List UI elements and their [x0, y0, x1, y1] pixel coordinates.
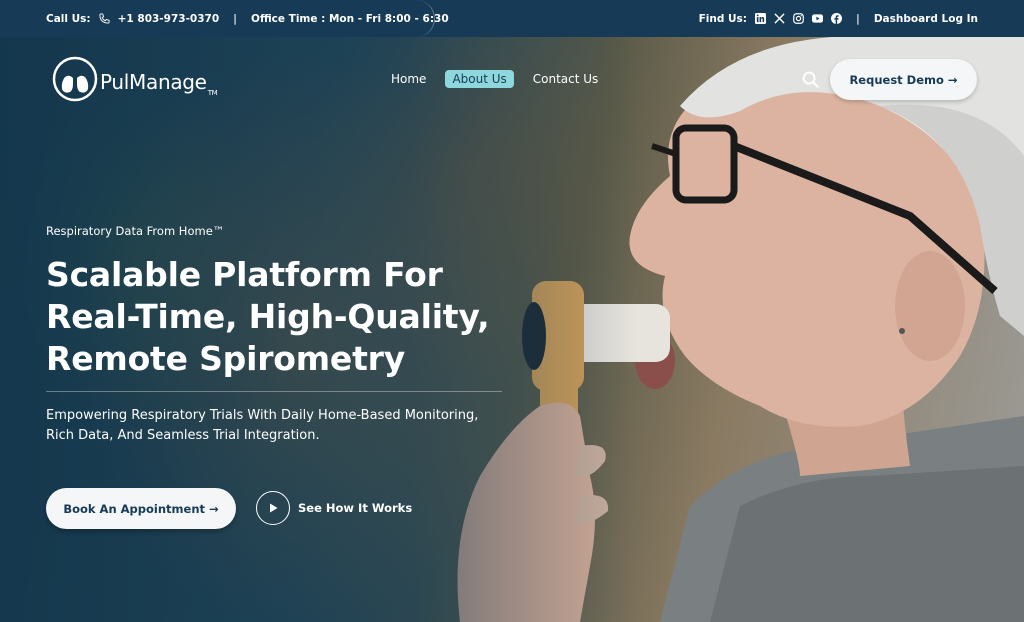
main-nav: Home About Us Contact Us: [384, 70, 605, 88]
page: Call Us: +1 803-973-0370 | Office Time :…: [0, 0, 1024, 622]
logo[interactable]: PulManageTM: [52, 56, 218, 102]
headline-line: Scalable Platform For: [46, 255, 443, 294]
youtube-icon[interactable]: [812, 13, 823, 24]
play-label: See How It Works: [298, 501, 413, 515]
logo-trademark: TM: [207, 89, 218, 97]
separator-2: |: [856, 12, 860, 25]
nav-contact-us[interactable]: Contact Us: [526, 70, 606, 88]
subtitle-line: Empowering Respiratory Trials With Daily…: [46, 408, 479, 423]
facebook-icon[interactable]: [831, 13, 842, 24]
request-demo-button[interactable]: Request Demo →: [830, 59, 977, 100]
nav-home[interactable]: Home: [384, 70, 433, 88]
lungs-logo-icon: [52, 56, 98, 102]
phone-icon: [99, 13, 110, 24]
book-appointment-button[interactable]: Book An Appointment →: [46, 488, 236, 529]
hero-headline: Scalable Platform For Real-Time, High-Qu…: [46, 254, 516, 380]
office-time: Office Time : Mon - Fri 8:00 - 6:30: [251, 12, 449, 25]
social-links: Find Us: | Dashboard Log In: [699, 0, 978, 37]
subtitle-line: Rich Data, And Seamless Trial Integratio…: [46, 428, 320, 443]
linkedin-icon[interactable]: [755, 13, 766, 24]
headline-line: Real-Time, High-Quality,: [46, 297, 490, 336]
see-how-it-works-link[interactable]: See How It Works: [256, 491, 412, 525]
search-icon[interactable]: [802, 71, 819, 88]
call-label: Call Us:: [46, 12, 91, 25]
nav-about-us[interactable]: About Us: [445, 70, 514, 88]
instagram-icon[interactable]: [793, 13, 804, 24]
top-info-bar: Call Us: +1 803-973-0370 | Office Time :…: [0, 0, 1024, 37]
contact-info: Call Us: +1 803-973-0370 | Office Time :…: [46, 0, 449, 37]
hero-subtitle: Empowering Respiratory Trials With Daily…: [46, 406, 516, 446]
separator: |: [233, 12, 238, 25]
headline-line: Remote Spirometry: [46, 339, 406, 378]
play-button[interactable]: [256, 491, 290, 525]
dashboard-login-link[interactable]: Dashboard Log In: [874, 13, 978, 25]
find-us-label: Find Us:: [698, 12, 747, 25]
logo-text: PulManageTM: [100, 70, 218, 97]
play-icon: [270, 503, 278, 513]
hero-divider: [46, 391, 502, 392]
phone-number[interactable]: +1 803-973-0370: [118, 13, 220, 25]
hero-eyebrow: Respiratory Data From Home™: [46, 224, 225, 238]
x-icon[interactable]: [774, 13, 785, 24]
